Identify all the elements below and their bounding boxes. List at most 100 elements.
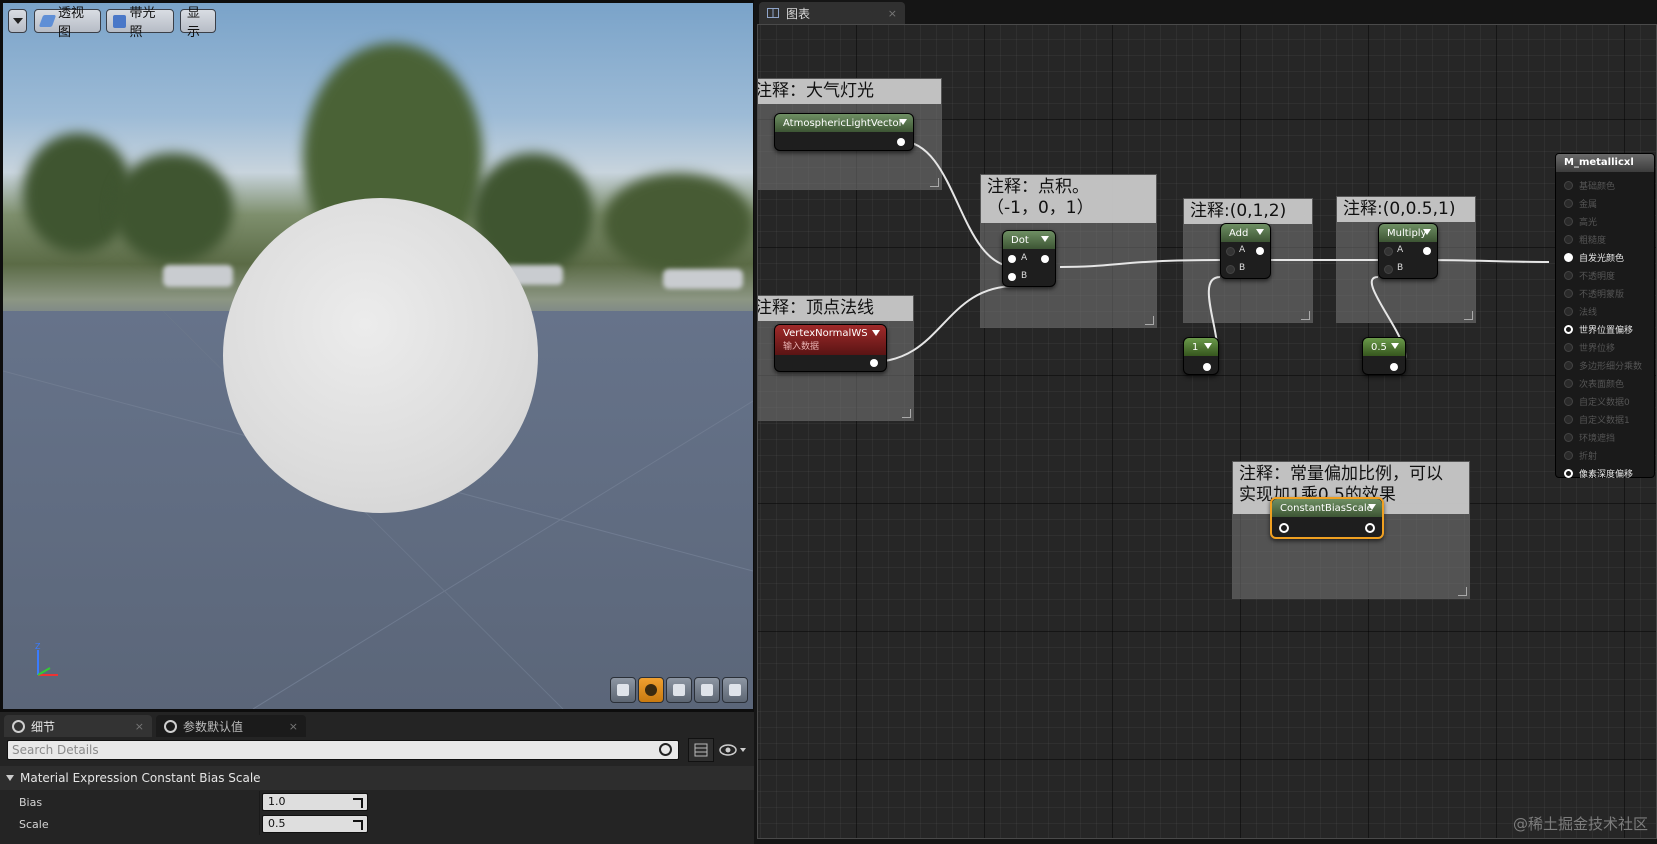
input-pin-a[interactable]	[1384, 247, 1393, 256]
result-input-pin[interactable]: 不透明蒙版	[1564, 284, 1624, 302]
tab-param-defaults[interactable]: 参数默认值 ×	[156, 715, 306, 737]
result-input-label: 环境遮挡	[1579, 433, 1616, 444]
result-input-pin[interactable]: 金属	[1564, 194, 1597, 212]
node-header: Dot	[1003, 231, 1055, 249]
category-header[interactable]: Material Expression Constant Bias Scale	[0, 766, 754, 790]
pin-icon[interactable]	[1564, 198, 1573, 208]
input-pin-b[interactable]	[1384, 265, 1393, 274]
pin-icon[interactable]	[1564, 468, 1573, 478]
result-input-pin[interactable]: 基础颜色	[1564, 176, 1615, 194]
lit-mode-button[interactable]: 带光照	[106, 6, 174, 40]
result-input-pin[interactable]: 像素深度偏移	[1564, 464, 1633, 482]
search-input[interactable]	[8, 741, 656, 759]
pin-icon[interactable]	[1564, 432, 1573, 442]
preview-cylinder-button[interactable]	[610, 677, 636, 703]
result-input-pin[interactable]: 自定义数据1	[1564, 410, 1630, 428]
result-input-pin[interactable]: 不透明度	[1564, 266, 1615, 284]
output-pin[interactable]	[1203, 363, 1211, 371]
input-pin-b[interactable]	[1008, 273, 1016, 281]
graph-tab-bar: 图表 ×	[754, 0, 1657, 24]
result-input-pin[interactable]: 法线	[1564, 302, 1597, 320]
close-icon[interactable]: ×	[888, 7, 897, 20]
pin-icon[interactable]	[1564, 324, 1573, 334]
preview-sphere-button[interactable]	[638, 677, 664, 703]
output-pin[interactable]	[1365, 523, 1375, 533]
node-constant-0-5[interactable]: 0.5	[1362, 337, 1406, 375]
pin-icon[interactable]	[1564, 378, 1573, 388]
collapse-arrow-icon[interactable]	[1204, 343, 1212, 349]
result-input-pin[interactable]: 高光	[1564, 212, 1597, 230]
result-input-pin[interactable]: 世界位置偏移	[1564, 320, 1633, 338]
node-add[interactable]: Add A B	[1220, 223, 1271, 279]
pin-icon[interactable]	[1564, 270, 1573, 280]
property-matrix-button[interactable]	[688, 738, 714, 762]
preview-cube-button[interactable]	[694, 677, 720, 703]
close-icon[interactable]: ×	[289, 720, 298, 733]
input-pin[interactable]	[1279, 523, 1289, 533]
output-pin[interactable]	[1041, 255, 1049, 263]
input-pin-a[interactable]	[1008, 255, 1016, 263]
input-pin-b[interactable]	[1226, 265, 1235, 274]
tab-graph[interactable]: 图表 ×	[759, 2, 905, 24]
viewport-options-button[interactable]	[8, 9, 27, 33]
collapse-arrow-icon[interactable]	[1256, 229, 1264, 235]
node-constant-1[interactable]: 1	[1183, 337, 1219, 375]
collapse-arrow-icon[interactable]	[899, 119, 907, 125]
bias-value-field[interactable]: 1.0	[262, 793, 368, 811]
close-icon[interactable]: ×	[135, 720, 144, 733]
pin-icon[interactable]	[1564, 396, 1573, 406]
viewport-scene[interactable]	[3, 3, 753, 709]
result-input-pin[interactable]: 次表面颜色	[1564, 374, 1624, 392]
pin-icon[interactable]	[1564, 306, 1573, 316]
result-input-pin[interactable]: 环境遮挡	[1564, 428, 1615, 446]
show-button[interactable]: 显示	[180, 6, 216, 40]
node-multiply[interactable]: Multiply A B	[1378, 223, 1438, 279]
result-input-pin[interactable]: 多边形细分乘数	[1564, 356, 1642, 374]
result-input-pin[interactable]: 自定义数据0	[1564, 392, 1630, 410]
pin-icon[interactable]	[1564, 450, 1573, 460]
collapse-arrow-icon[interactable]	[1368, 504, 1376, 510]
collapse-arrow-icon[interactable]	[872, 330, 880, 336]
pin-icon[interactable]	[1564, 252, 1573, 262]
drag-arrow-icon	[353, 798, 363, 808]
cylinder-icon	[617, 684, 629, 696]
output-pin[interactable]	[1256, 247, 1264, 255]
output-pin[interactable]	[1390, 363, 1398, 371]
pin-icon[interactable]	[1564, 234, 1573, 244]
preview-mesh-button[interactable]	[722, 677, 748, 703]
perspective-icon	[38, 15, 57, 27]
output-pin[interactable]	[897, 138, 905, 146]
pin-icon[interactable]	[1564, 216, 1573, 226]
pin-icon[interactable]	[1564, 288, 1573, 298]
result-input-pin[interactable]: 粗糙度	[1564, 230, 1606, 248]
result-input-pin[interactable]: 世界位移	[1564, 338, 1615, 356]
pin-icon[interactable]	[1564, 360, 1573, 370]
preview-sphere	[223, 198, 538, 513]
node-dot[interactable]: Dot A B	[1002, 230, 1056, 287]
pin-icon[interactable]	[1564, 180, 1573, 190]
input-pin-a[interactable]	[1226, 247, 1235, 256]
perspective-button[interactable]: 透视图	[34, 6, 101, 40]
collapse-arrow-icon[interactable]	[1391, 343, 1399, 349]
node-vertex-normal-ws[interactable]: VertexNormalWS 输入数据	[774, 324, 887, 372]
material-graph-canvas[interactable]: 注释：大气灯光 注释：顶点法线 注释：点积。 （-1，0，1） 注释:(0,1,…	[757, 24, 1657, 839]
pin-icon[interactable]	[1564, 342, 1573, 352]
result-input-pin[interactable]: 自发光颜色	[1564, 248, 1624, 266]
material-result-node[interactable]: M_metallicxl 基础颜色 金属 高光 粗糙度 自发光颜色 不透明度 不透明蒙版 法线…	[1555, 153, 1655, 480]
search-icon[interactable]	[659, 743, 672, 756]
collapse-arrow-icon[interactable]	[1423, 229, 1431, 235]
show-label: 显示	[187, 6, 201, 40]
collapse-arrow-icon[interactable]	[1041, 236, 1049, 242]
output-pin[interactable]	[1423, 247, 1431, 255]
node-atmospheric-light-vector[interactable]: AtmosphericLightVector	[774, 113, 914, 151]
scale-value-field[interactable]: 0.5	[262, 815, 368, 833]
pin-icon[interactable]	[1564, 414, 1573, 424]
result-input-pin[interactable]: 折射	[1564, 446, 1597, 464]
plane-icon	[673, 684, 685, 696]
tab-details[interactable]: 细节 ×	[4, 715, 152, 737]
preview-plane-button[interactable]	[666, 677, 692, 703]
visibility-options-button[interactable]	[718, 742, 750, 758]
output-pin[interactable]	[870, 359, 878, 367]
node-constant-bias-scale[interactable]: ConstantBiasScale	[1270, 497, 1384, 539]
lit-mode-label: 带光照	[129, 6, 156, 40]
